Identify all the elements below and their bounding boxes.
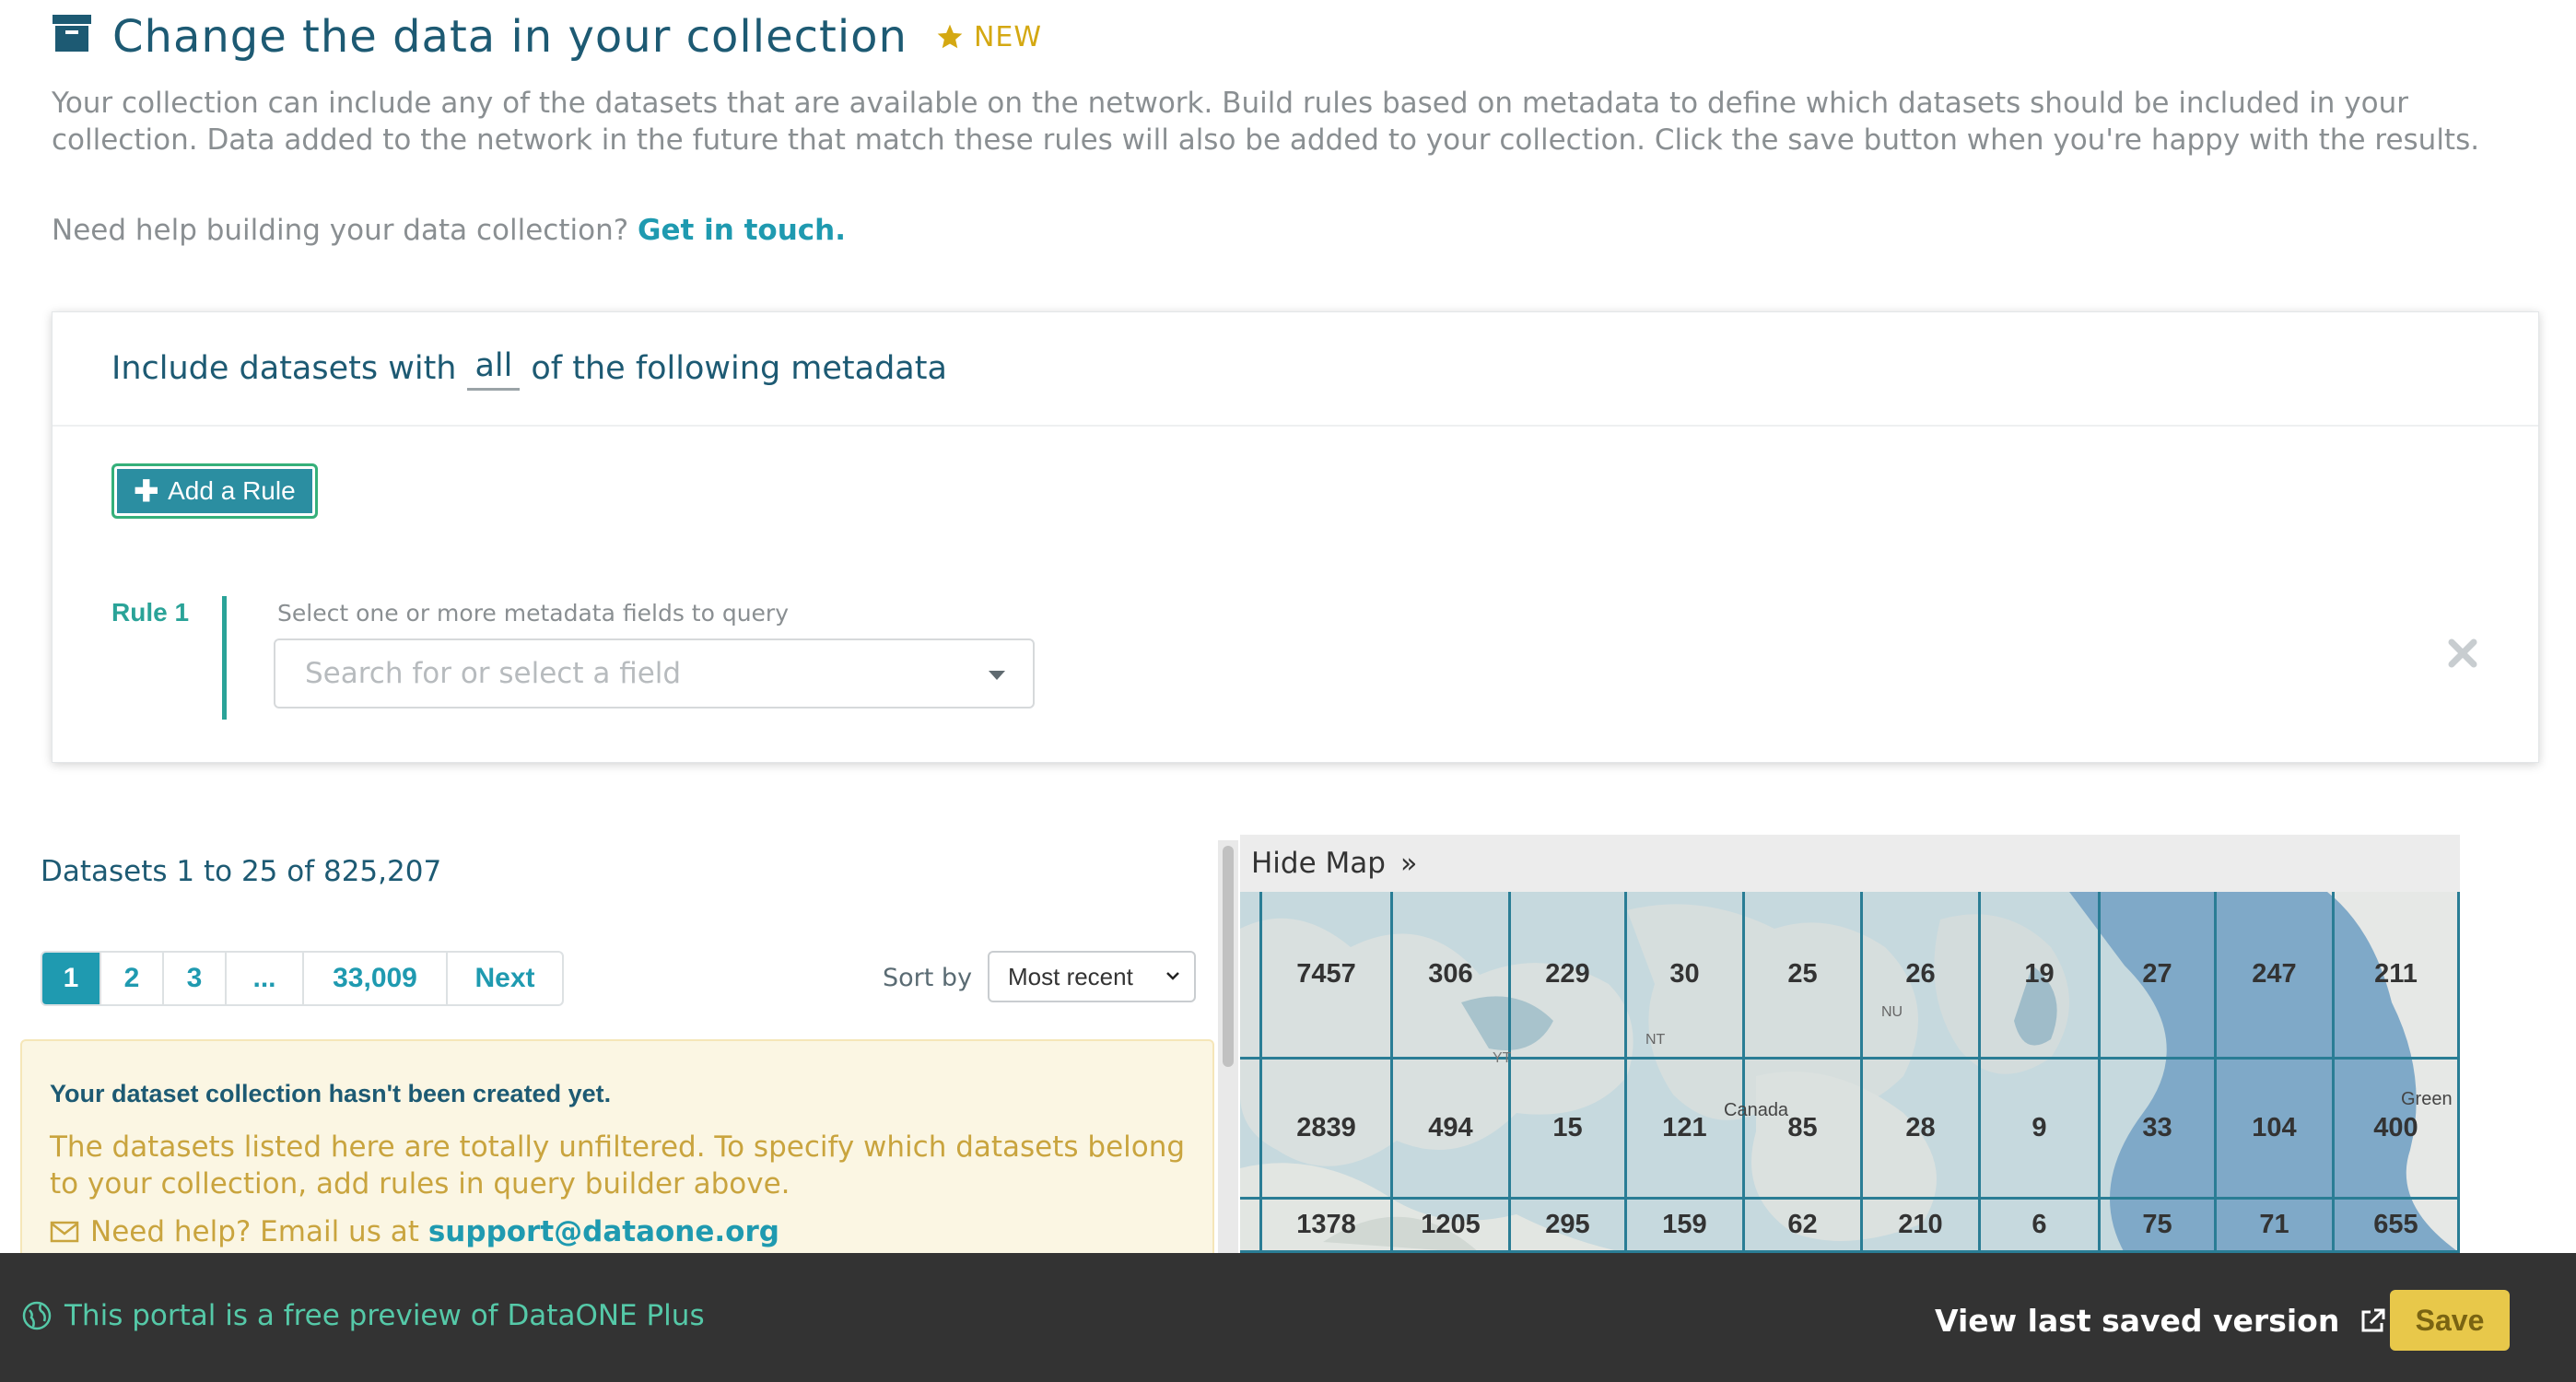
field-select-placeholder: Search for or select a field: [305, 657, 682, 690]
envelope-icon: [50, 1221, 79, 1243]
page-2-button[interactable]: 2: [101, 953, 164, 1004]
map-tile-count[interactable]: 71: [2217, 1200, 2335, 1253]
map-tile-count[interactable]: 75: [2101, 1200, 2217, 1253]
hide-map-label: Hide Map: [1251, 847, 1386, 880]
view-last-saved-link[interactable]: View last saved version: [1935, 1303, 2387, 1339]
sort-select[interactable]: Most recent: [988, 951, 1196, 1002]
dataset-map[interactable]: 7457 306 229 30 25 26 19 27 247 211 2839 494 15 121 85…: [1240, 892, 2460, 1253]
map-tile-count[interactable]: 1378: [1262, 1200, 1393, 1253]
map-tile-count[interactable]: 9: [1981, 1060, 2101, 1200]
qb-header-suffix: of the following metadata: [531, 350, 947, 387]
map-tile-count[interactable]: 2839: [1262, 1060, 1393, 1200]
results-scrollbar[interactable]: [1218, 840, 1238, 1253]
next-page-button[interactable]: Next: [448, 953, 562, 1004]
map-place-label-nt: NT: [1645, 1032, 1666, 1048]
chevron-down-icon: [1166, 972, 1179, 980]
map-tile-count[interactable]: 400: [2335, 1060, 2460, 1200]
map-place-label-canada: Canada: [1724, 1100, 1789, 1120]
alert-body: The datasets listed here are totally unf…: [50, 1130, 1186, 1200]
close-icon[interactable]: [2444, 635, 2481, 672]
map-tile-count[interactable]: 211: [2335, 892, 2460, 1060]
map-tile-count[interactable]: 159: [1627, 1200, 1745, 1253]
map-tile-count[interactable]: 1205: [1393, 1200, 1511, 1253]
scrollbar-thumb[interactable]: [1223, 846, 1234, 1067]
map-tile-count[interactable]: 25: [1745, 892, 1863, 1060]
map-tile-count[interactable]: 27: [2101, 892, 2217, 1060]
map-tile-count[interactable]: 26: [1863, 892, 1981, 1060]
page-1-button[interactable]: 1: [42, 953, 101, 1004]
help-prefix: Need help building your data collection?: [52, 214, 629, 247]
rule-label: Rule 1: [111, 598, 190, 627]
caret-down-icon: [989, 671, 1005, 680]
page-title: Change the data in your collection: [112, 11, 907, 63]
map-tile-count[interactable]: 210: [1863, 1200, 1981, 1253]
map-tile-count[interactable]: 33: [2101, 1060, 2217, 1200]
map-place-label-nu: NU: [1881, 1004, 1903, 1020]
not-created-alert: Your dataset collection hasn't been crea…: [20, 1039, 1214, 1260]
map-place-label-greenland: Green: [2401, 1089, 2453, 1109]
field-hint: Select one or more metadata fields to qu…: [277, 600, 790, 627]
map-tile-count[interactable]: 85: [1745, 1060, 1863, 1200]
hide-map-toggle[interactable]: Hide Map »: [1240, 835, 2460, 892]
add-rule-button[interactable]: ✚ Add a Rule: [111, 463, 318, 519]
add-rule-label: Add a Rule: [168, 476, 296, 505]
map-tile-count[interactable]: 6: [1981, 1200, 2101, 1253]
page-ellipsis: ...: [227, 953, 304, 1004]
new-badge: NEW: [935, 21, 1042, 53]
preview-notice: This portal is a free preview of DataONE…: [20, 1299, 705, 1332]
page-header: Change the data in your collection NEW: [52, 0, 2539, 74]
metadata-field-select[interactable]: Search for or select a field: [274, 638, 1035, 709]
map-tile-count[interactable]: 494: [1393, 1060, 1511, 1200]
map-place-label-yt: YT: [1493, 1050, 1512, 1066]
map-tile-count[interactable]: 15: [1511, 1060, 1627, 1200]
alert-help: Need help? Email us at support@dataone.o…: [50, 1215, 1212, 1248]
rule-divider: [222, 596, 227, 720]
map-tile-count[interactable]: 295: [1511, 1200, 1627, 1253]
map-tile-count[interactable]: 229: [1511, 892, 1627, 1060]
support-email-link[interactable]: support@dataone.org: [428, 1215, 779, 1248]
page-last-button[interactable]: 33,009: [304, 953, 448, 1004]
intro-text: Your collection can include any of the d…: [52, 87, 2480, 157]
map-tile-grid: 7457 306 229 30 25 26 19 27 247 211 2839 494 15 121 85…: [1240, 892, 2460, 1253]
globe-icon: [22, 1301, 52, 1330]
footer-bar: This portal is a free preview of DataONE…: [0, 1253, 2576, 1382]
qb-header-prefix: Include datasets with: [111, 350, 457, 387]
operator-select[interactable]: all: [467, 347, 521, 391]
map-tile-count[interactable]: 28: [1863, 1060, 1981, 1200]
map-tile-count[interactable]: 655: [2335, 1200, 2460, 1253]
map-tile-count[interactable]: [1240, 1200, 1262, 1253]
plus-icon: ✚: [134, 474, 159, 508]
map-tile-count[interactable]: 247: [2217, 892, 2335, 1060]
map-tile-count[interactable]: 121: [1627, 1060, 1745, 1200]
map-tile-count[interactable]: 62: [1745, 1200, 1863, 1253]
map-tile-count[interactable]: 19: [1981, 892, 2101, 1060]
map-tile-count[interactable]: [1240, 1060, 1262, 1200]
view-last-saved-label: View last saved version: [1935, 1303, 2340, 1339]
sort-value: Most recent: [1008, 962, 1133, 990]
map-tile-count[interactable]: 104: [2217, 1060, 2335, 1200]
double-chevron-right-icon: »: [1399, 847, 1418, 880]
pagination: 1 2 3 ... 33,009 Next: [41, 951, 564, 1006]
star-icon: [937, 24, 963, 49]
map-tile-count[interactable]: 306: [1393, 892, 1511, 1060]
save-button[interactable]: Save: [2390, 1290, 2510, 1351]
external-link-icon: [2361, 1308, 2385, 1331]
map-tile-count[interactable]: [1240, 892, 1262, 1060]
map-tile-count[interactable]: 7457: [1262, 892, 1393, 1060]
preview-text: This portal is a free preview of DataONE…: [64, 1299, 705, 1332]
alert-help-prefix: Need help? Email us at: [90, 1215, 419, 1248]
new-badge-label: NEW: [973, 20, 1042, 53]
query-builder-panel: Include datasets with all of the followi…: [52, 311, 2539, 763]
archive-box-icon: [53, 15, 91, 52]
sort-label: Sort by: [883, 964, 973, 992]
help-line: Need help building your data collection?…: [52, 214, 846, 247]
get-in-touch-link[interactable]: Get in touch.: [638, 214, 846, 247]
page-3-button[interactable]: 3: [164, 953, 227, 1004]
alert-title: Your dataset collection hasn't been crea…: [50, 1080, 612, 1107]
results-count: Datasets 1 to 25 of 825,207: [41, 855, 442, 888]
query-builder-header: Include datasets with all of the followi…: [53, 312, 2538, 427]
